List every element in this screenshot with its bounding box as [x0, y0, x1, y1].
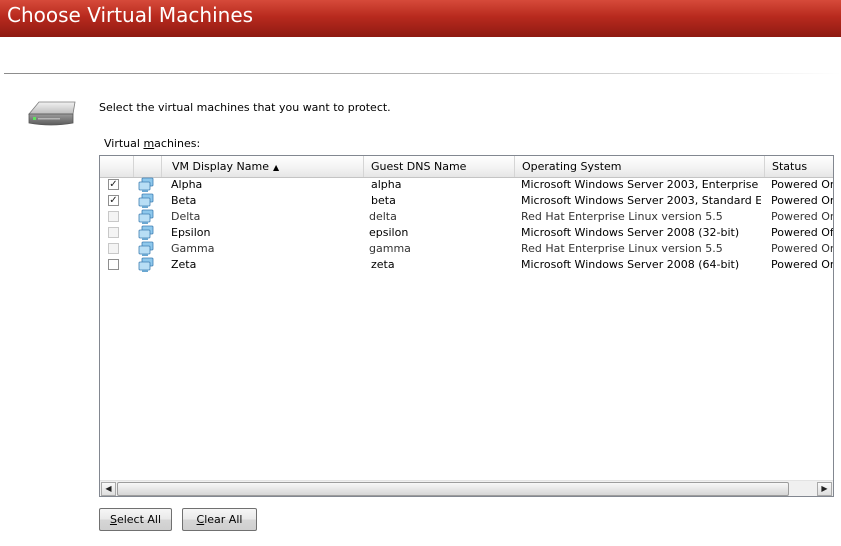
page-title: Choose Virtual Machines	[7, 3, 254, 27]
row-checkbox[interactable]	[108, 259, 119, 270]
clear-all-button[interactable]: Clear All	[182, 508, 257, 531]
virtual-machine-icon	[138, 225, 154, 240]
virtual-machines-label: Virtual machines:	[104, 137, 201, 150]
virtual-machine-icon	[138, 177, 154, 192]
vm-display-name-cell: Beta	[171, 194, 197, 207]
status-cell: Powered On	[771, 258, 834, 271]
column-label-guest-dns-name: Guest DNS Name	[371, 160, 467, 173]
column-label-operating-system: Operating System	[522, 160, 622, 173]
row-checkbox[interactable]: ✓	[108, 195, 119, 206]
column-label-vm-display-name: VM Display Name	[172, 160, 270, 173]
table-row[interactable]: ✓ Alpha alpha Microsoft Windows Server 2…	[100, 177, 833, 193]
operating-system-cell: Microsoft Windows Server 2008 (64-bit)	[521, 258, 740, 271]
list-header: VM Display Name ▲ Guest DNS Name Operatin…	[100, 156, 833, 178]
guest-dns-name-cell: gamma	[369, 242, 411, 255]
row-checkbox[interactable]: ✓	[108, 179, 119, 190]
table-row[interactable]: Zeta zeta Microsoft Windows Server 2008 …	[100, 257, 833, 273]
vm-display-name-cell: Alpha	[171, 178, 203, 191]
guest-dns-name-cell: delta	[369, 210, 397, 223]
header-separator	[4, 73, 841, 74]
sort-ascending-icon: ▲	[273, 163, 280, 172]
horizontal-scrollbar[interactable]: ◀ ▶	[100, 480, 833, 496]
scroll-right-icon[interactable]: ▶	[817, 482, 832, 496]
column-header-operating-system[interactable]: Operating System	[515, 156, 765, 177]
scrollbar-thumb[interactable]	[117, 482, 789, 496]
guest-dns-name-cell: alpha	[371, 178, 402, 191]
status-cell: Powered Off	[771, 226, 834, 239]
virtual-machine-icon	[138, 209, 154, 224]
virtual-machine-icon	[138, 241, 154, 256]
vm-display-name-cell: Zeta	[171, 258, 197, 271]
column-header-icon[interactable]	[134, 156, 162, 177]
guest-dns-name-cell: beta	[371, 194, 396, 207]
hard-drive-icon	[28, 101, 76, 126]
table-row[interactable]: Gamma gamma Red Hat Enterprise Linux ver…	[100, 241, 833, 257]
title-bar: Choose Virtual Machines	[0, 0, 841, 37]
vm-list[interactable]: VM Display Name ▲ Guest DNS Name Operatin…	[99, 155, 834, 497]
select-all-button[interactable]: Select All	[99, 508, 172, 531]
guest-dns-name-cell: epsilon	[369, 226, 409, 239]
status-cell: Powered On	[771, 194, 834, 207]
column-header-vm-display-name[interactable]: VM Display Name ▲	[162, 156, 364, 177]
vm-display-name-cell: Gamma	[171, 242, 215, 255]
row-checkbox[interactable]	[108, 243, 119, 254]
table-row[interactable]: ✓ Beta beta Microsoft Windows Server 200…	[100, 193, 833, 209]
row-checkbox[interactable]	[108, 211, 119, 222]
table-row[interactable]: Epsilon epsilon Microsoft Windows Server…	[100, 225, 833, 241]
operating-system-cell: Red Hat Enterprise Linux version 5.5	[521, 210, 723, 223]
operating-system-cell: Microsoft Windows Server 2008 (32-bit)	[521, 226, 740, 239]
operating-system-cell: Red Hat Enterprise Linux version 5.5	[521, 242, 723, 255]
column-header-status[interactable]: Status	[765, 156, 833, 177]
guest-dns-name-cell: zeta	[371, 258, 395, 271]
row-checkbox[interactable]	[108, 227, 119, 238]
status-cell: Powered On	[771, 210, 834, 223]
column-header-checkbox[interactable]	[100, 156, 134, 177]
operating-system-cell: Microsoft Windows Server 2003, Standard …	[521, 194, 761, 207]
column-header-guest-dns-name[interactable]: Guest DNS Name	[364, 156, 515, 177]
table-row[interactable]: Delta delta Red Hat Enterprise Linux ver…	[100, 209, 833, 225]
vm-display-name-cell: Delta	[171, 210, 201, 223]
column-label-status: Status	[772, 160, 808, 173]
virtual-machine-icon	[138, 257, 154, 272]
status-cell: Powered On	[771, 242, 834, 255]
operating-system-cell: Microsoft Windows Server 2003, Enterpris…	[521, 178, 761, 191]
vm-display-name-cell: Epsilon	[171, 226, 211, 239]
scroll-left-icon[interactable]: ◀	[101, 482, 116, 496]
instruction-text: Select the virtual machines that you wan…	[99, 101, 391, 114]
virtual-machine-icon	[138, 193, 154, 208]
status-cell: Powered On	[771, 178, 834, 191]
